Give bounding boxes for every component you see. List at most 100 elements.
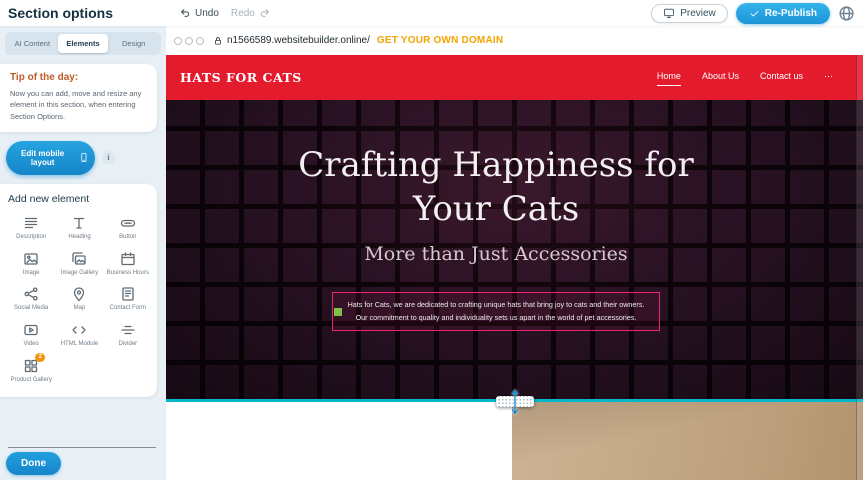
get-your-own-domain-link[interactable]: GET YOUR OWN DOMAIN (377, 35, 503, 46)
nav-item-contact-us[interactable]: Contact us (760, 71, 803, 84)
element-label: Product Gallery (10, 377, 51, 385)
monitor-icon (663, 7, 675, 19)
element-label: Image Gallery (61, 270, 98, 278)
site-nav: Home About Us Contact us ⋯ (657, 71, 833, 85)
globe-icon (838, 5, 855, 22)
element-item-business-hours[interactable]: Business Hours (105, 251, 151, 278)
element-label: Business Hours (107, 270, 149, 278)
site-url: n1566589.websitebuilder.online/ (227, 35, 370, 46)
preview-label: Preview (680, 8, 716, 19)
nav-item-home[interactable]: Home (657, 71, 681, 84)
info-icon: i (107, 153, 109, 162)
element-item-image[interactable]: Image (8, 251, 54, 278)
element-label: Heading (68, 234, 90, 242)
heading-icon (71, 215, 87, 231)
element-item-image-gallery[interactable]: Image Gallery (56, 251, 102, 278)
hero-heading[interactable]: Crafting Happiness for Your Cats (261, 144, 731, 231)
element-grid: Description Heading Button Image Image G… (8, 215, 151, 385)
preview-button[interactable]: Preview (651, 4, 728, 23)
element-label: Button (119, 234, 136, 242)
element-item-map[interactable]: Map (56, 286, 102, 313)
element-label: Image (23, 270, 40, 278)
resize-handle-left[interactable] (334, 308, 342, 316)
undo-label: Undo (195, 8, 219, 19)
element-label: Social Media (14, 305, 48, 313)
sidebar: AI Content Elements Design Tip of the da… (0, 26, 166, 480)
next-section-image[interactable] (512, 402, 863, 480)
divider-icon (120, 322, 136, 338)
tab-ai-content[interactable]: AI Content (7, 34, 58, 53)
element-item-divider[interactable]: Divider (105, 322, 151, 349)
history-controls: Undo Redo (179, 7, 271, 19)
preview-scrollbar[interactable] (856, 55, 863, 480)
language-globe-button[interactable] (838, 5, 855, 22)
share-icon (23, 286, 39, 302)
tab-elements[interactable]: Elements (58, 34, 109, 53)
code-icon (71, 322, 87, 338)
element-label: Video (24, 341, 39, 349)
element-item-video[interactable]: Video (8, 322, 54, 349)
redo-icon (259, 7, 271, 19)
done-button[interactable]: Done (6, 452, 61, 475)
republish-button[interactable]: Re-Publish (736, 3, 830, 24)
site-preview: n1566589.websitebuilder.online/ GET YOUR… (166, 26, 863, 480)
element-label: Map (74, 305, 86, 313)
sidebar-tabs: AI Content Elements Design (5, 32, 161, 55)
window-dot-icon (174, 37, 182, 45)
element-label: HTML Module (61, 341, 98, 349)
element-label: Contact Form (110, 305, 146, 313)
new-count-badge: 2 (35, 353, 45, 362)
lock-icon (213, 36, 223, 46)
business-hours-icon (120, 251, 136, 267)
element-item-button[interactable]: Button (105, 215, 151, 242)
undo-icon (179, 7, 191, 19)
add-element-panel: Add new element Description Heading Butt… (0, 184, 157, 397)
window-dot-icon (196, 37, 204, 45)
element-item-product-gallery[interactable]: 2 Product Gallery (8, 358, 54, 385)
nav-more-icon[interactable]: ⋯ (824, 71, 833, 85)
map-pin-icon (71, 286, 87, 302)
resize-vertical-arrow-icon (510, 389, 520, 415)
tip-body: Now you can add, move and resize any ele… (10, 88, 147, 122)
nav-item-about-us[interactable]: About Us (702, 71, 739, 84)
hero-subheading[interactable]: More than Just Accessories (364, 243, 627, 265)
undo-button[interactable]: Undo (179, 7, 219, 19)
sidebar-divider (8, 447, 156, 448)
tip-title: Tip of the day: (10, 72, 147, 83)
element-item-social-media[interactable]: Social Media (8, 286, 54, 313)
page-title: Section options (8, 5, 113, 21)
info-button[interactable]: i (102, 151, 115, 164)
redo-label: Redo (231, 8, 255, 19)
element-label: Divider (118, 341, 137, 349)
topbar: Section options Undo Redo Preview Re-Pub… (0, 0, 863, 26)
video-icon (23, 322, 39, 338)
add-element-title: Add new element (8, 193, 151, 205)
site-header: HATS FOR CATS Home About Us Contact us ⋯ (166, 55, 863, 100)
section-resize-handle[interactable] (496, 396, 534, 407)
element-item-heading[interactable]: Heading (56, 215, 102, 242)
tab-design[interactable]: Design (108, 34, 159, 53)
element-item-contact-form[interactable]: Contact Form (105, 286, 151, 313)
element-item-description[interactable]: Description (8, 215, 54, 242)
image-icon (23, 251, 39, 267)
element-item-html-module[interactable]: HTML Module (56, 322, 102, 349)
hero-description: Hats for Cats, we are dedicated to craft… (341, 299, 651, 324)
contact-form-icon (120, 286, 136, 302)
element-label: Description (16, 234, 46, 242)
mobile-layout-row: Edit mobile layout i (6, 141, 166, 175)
description-icon (23, 215, 39, 231)
check-icon (749, 8, 760, 19)
hero-description-textbox[interactable]: Hats for Cats, we are dedicated to craft… (332, 292, 660, 331)
republish-label: Re-Publish (765, 8, 817, 19)
window-dot-icon (185, 37, 193, 45)
hero-content: Crafting Happiness for Your Cats More th… (166, 100, 863, 399)
phone-icon (79, 150, 89, 165)
site-logo[interactable]: HATS FOR CATS (180, 70, 302, 85)
tip-of-the-day-card: Tip of the day: Now you can add, move an… (0, 64, 157, 132)
app: Section options Undo Redo Preview Re-Pub… (0, 0, 863, 480)
edit-mobile-layout-button[interactable]: Edit mobile layout (6, 141, 95, 175)
button-icon (120, 215, 136, 231)
redo-button[interactable]: Redo (231, 7, 271, 19)
hero-section[interactable]: Crafting Happiness for Your Cats More th… (166, 100, 863, 402)
browser-bar: n1566589.websitebuilder.online/ GET YOUR… (166, 26, 863, 55)
